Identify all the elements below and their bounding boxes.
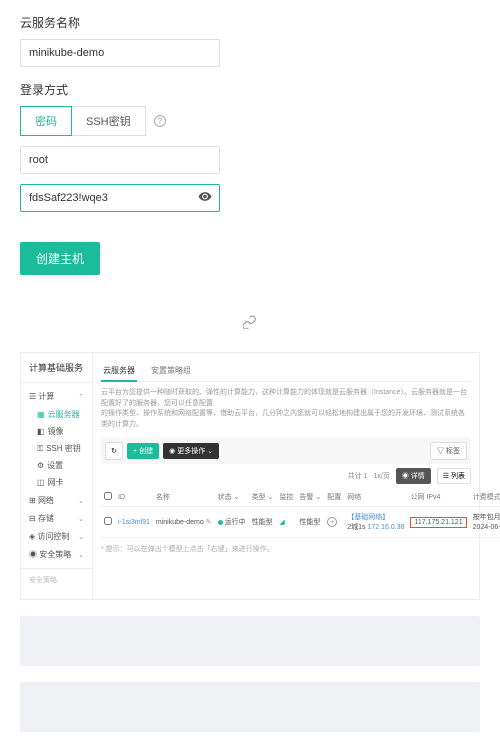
placeholder-block xyxy=(20,682,480,732)
eye-icon[interactable] xyxy=(198,190,212,207)
image-icon: ◧ xyxy=(37,427,45,436)
chevron-down-icon: ⌄ xyxy=(78,533,84,541)
sidebar-title: 计算基础服务 xyxy=(21,361,92,383)
console-panel: 计算基础服务 ☰ 计算⌃ ▦云服务器 ◧镜像 ⚿SSH 密钥 ⚙设置 ◫网卡 ⊞… xyxy=(20,352,480,600)
th-ip[interactable]: 公网 IPv4 xyxy=(407,488,469,507)
tab-password[interactable]: 密码 xyxy=(20,106,72,136)
nic-icon: ◫ xyxy=(37,478,45,487)
name-input[interactable] xyxy=(20,39,220,67)
alarm-type: 性能型 xyxy=(296,507,324,538)
sidebar-group-storage[interactable]: ⊟ 存储⌄ xyxy=(21,511,92,526)
tab-sshkey[interactable]: SSH密钥 xyxy=(72,106,146,136)
instance-id[interactable]: i-1si3ml91 xyxy=(118,519,150,526)
network-link[interactable]: 【基础网络】 xyxy=(347,514,389,521)
sidebar-group-security[interactable]: ◉ 安全策略⌄ xyxy=(21,547,92,562)
th-alarm[interactable]: 告警 ⌄ xyxy=(296,488,324,507)
toolbar-more-button[interactable]: ◉ 更多操作 ⌄ xyxy=(163,443,219,459)
chevron-down-icon: ⌄ xyxy=(78,551,84,559)
name-label: 云服务名称 xyxy=(20,14,480,31)
refresh-icon: ↻ xyxy=(111,447,117,455)
sidebar-group-network[interactable]: ⊞ 网络⌄ xyxy=(21,493,92,508)
toolbar: ↻ + 创建 ◉ 更多操作 ⌄ ▽ 标签 xyxy=(101,438,471,464)
config-button[interactable]: + xyxy=(327,517,337,527)
table-row[interactable]: i-1si3ml91 minikube-demo ✎ 运行中 性能型 ◢ 性能型… xyxy=(101,507,500,538)
monitor-icon[interactable]: ◢ xyxy=(279,519,284,526)
status-badge: 运行中 xyxy=(218,517,246,527)
main-tab-cloud[interactable]: 云服务器 xyxy=(101,361,137,382)
chevron-down-icon: ⌄ xyxy=(78,497,84,505)
edit-icon[interactable]: ✎ xyxy=(206,519,212,526)
main-tab-deploy[interactable]: 安置策略组 xyxy=(149,361,193,381)
chevron-down-icon: ⌄ xyxy=(78,515,84,523)
sidebar-group-compute[interactable]: ☰ 计算⌃ xyxy=(21,389,92,404)
user-input[interactable] xyxy=(20,146,220,174)
th-net[interactable]: 网络 xyxy=(344,488,407,507)
filter-button[interactable]: ▽ 标签 xyxy=(430,442,467,460)
instance-table: ID 名称 状态 ⌄ 类型 ⌄ 监控 告警 ⌄ 配置 网络 公网 IPv4 计费… xyxy=(101,488,500,538)
th-id[interactable]: ID xyxy=(115,488,153,507)
main-panel: 云服务器 安置策略组 云平台为您提供一种随时获取的、弹性的计算能力，这种计算能力… xyxy=(93,353,479,599)
server-icon: ▦ xyxy=(37,410,45,419)
sidebar-footer: 安全策略 xyxy=(21,568,92,591)
password-input[interactable] xyxy=(20,184,220,212)
sidebar-item-ssh[interactable]: ⚿SSH 密钥 xyxy=(21,441,92,456)
row-select[interactable] xyxy=(104,517,112,525)
pager-total: 共计 1 xyxy=(348,471,368,481)
public-ip[interactable]: 117.175.21.121 xyxy=(410,517,466,528)
pager-list[interactable]: ☰ 列表 xyxy=(437,468,471,484)
status-dot-icon xyxy=(218,520,223,525)
key-icon: ⚿ xyxy=(37,444,43,454)
description: 云平台为您提供一种随时获取的、弹性的计算能力，这种计算能力的体现就是云服务器（I… xyxy=(101,388,471,430)
instance-type: 性能型 xyxy=(249,507,277,538)
placeholder-block xyxy=(20,616,480,666)
select-all[interactable] xyxy=(104,492,112,500)
sidebar-item-nic[interactable]: ◫网卡 xyxy=(21,475,92,490)
pager-detail[interactable]: ◉ 详情 xyxy=(396,468,431,484)
sidebar-item-image[interactable]: ◧镜像 xyxy=(21,424,92,439)
instance-name: minikube-demo xyxy=(156,519,204,526)
sidebar-item-settings[interactable]: ⚙设置 xyxy=(21,458,92,473)
th-status[interactable]: 状态 ⌄ xyxy=(215,488,249,507)
create-host-button[interactable]: 创建主机 xyxy=(20,242,100,275)
th-billing[interactable]: 计费模式 xyxy=(470,488,500,507)
link-icon xyxy=(0,315,500,332)
pager-per[interactable]: 1x/页 xyxy=(373,471,389,481)
table-note: * 提示：可以在弹出个模型上点击「右键」来进行操作。 xyxy=(101,544,471,554)
sidebar-item-cloud[interactable]: ▦云服务器 xyxy=(21,407,92,422)
th-cfg[interactable]: 配置 xyxy=(324,488,344,507)
chevron-up-icon: ⌃ xyxy=(78,393,84,401)
sidebar: 计算基础服务 ☰ 计算⌃ ▦云服务器 ◧镜像 ⚿SSH 密钥 ⚙设置 ◫网卡 ⊞… xyxy=(21,353,93,599)
refresh-button[interactable]: ↻ xyxy=(105,442,123,460)
th-monitor[interactable]: 监控 xyxy=(276,488,296,507)
login-label: 登录方式 xyxy=(20,81,480,98)
th-type[interactable]: 类型 ⌄ xyxy=(249,488,277,507)
th-name[interactable]: 名称 xyxy=(153,488,215,507)
sidebar-group-access[interactable]: ◈ 访问控制⌄ xyxy=(21,529,92,544)
toolbar-create-button[interactable]: + 创建 xyxy=(127,443,159,459)
help-icon[interactable]: ? xyxy=(154,115,166,127)
gear-icon: ⚙ xyxy=(37,461,44,470)
